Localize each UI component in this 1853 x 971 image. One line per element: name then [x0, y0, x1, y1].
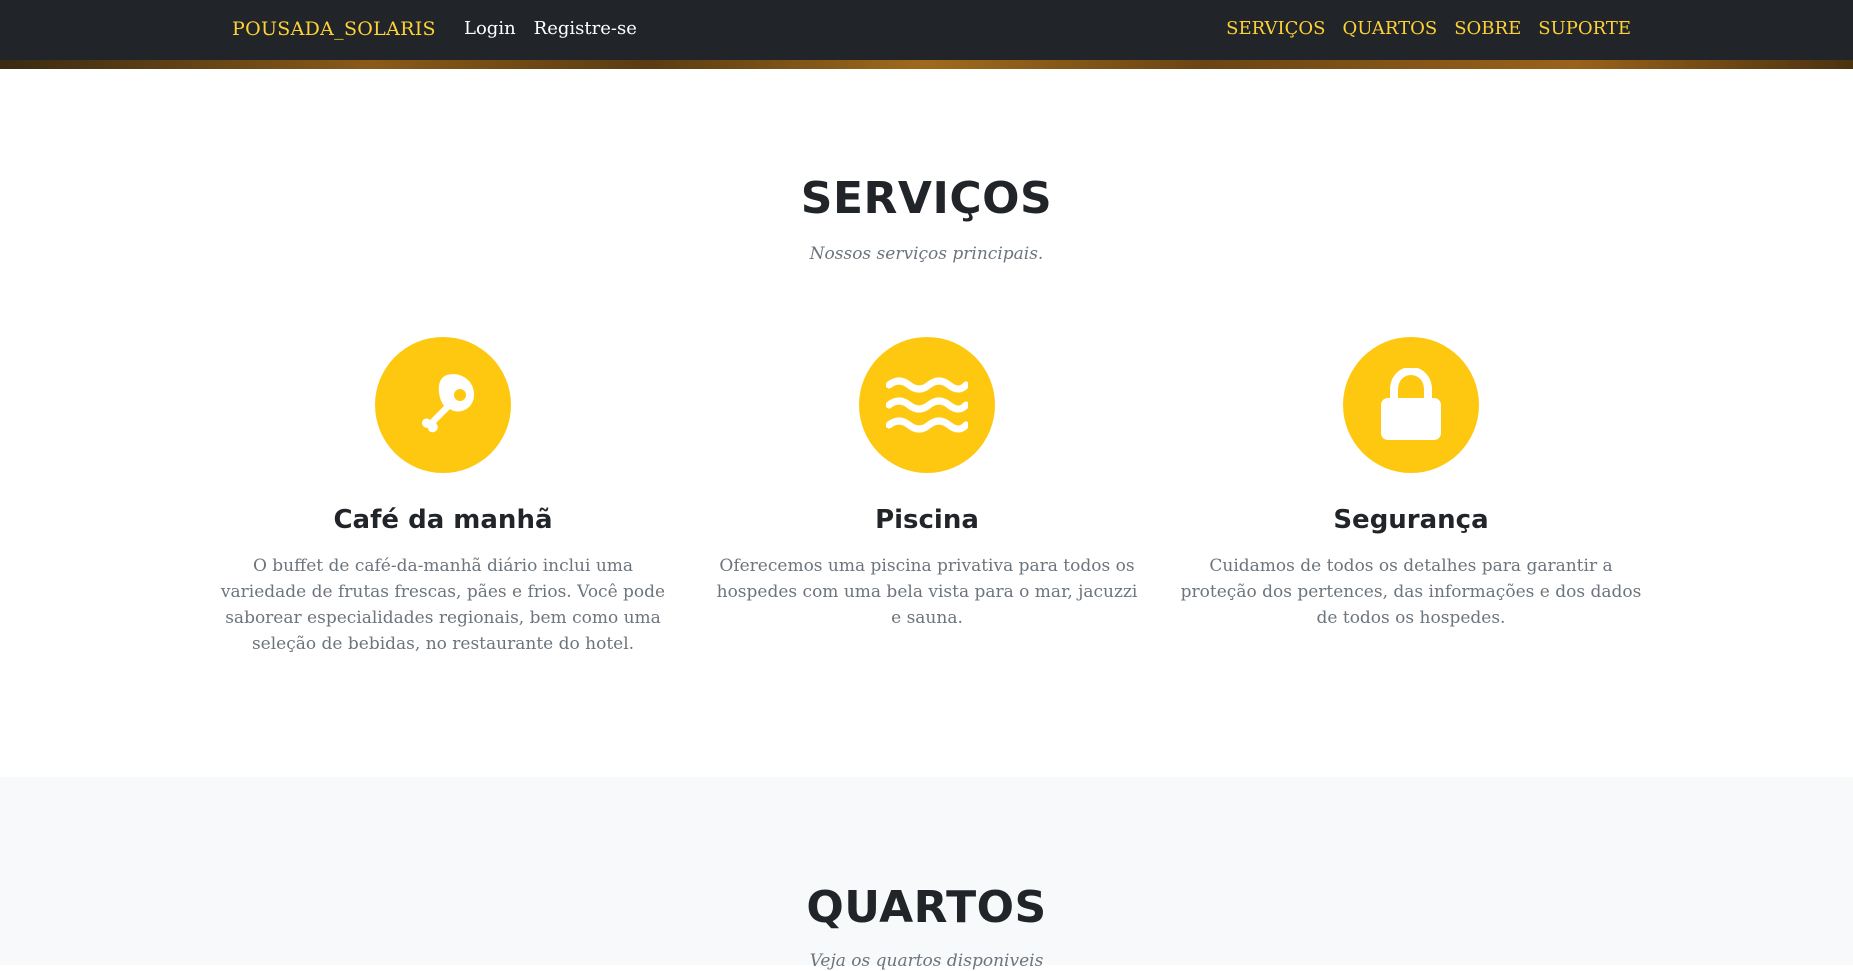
- nav-link-servicos[interactable]: SERVIÇOS: [1226, 18, 1325, 39]
- service-breakfast: Café da manhã O buffet de café-da-manhã …: [208, 337, 678, 657]
- auth-links: Login Registre-se: [464, 18, 637, 39]
- water-waves-icon: [886, 377, 968, 433]
- nav-link-quartos[interactable]: QUARTOS: [1343, 18, 1438, 39]
- brand-logo-link[interactable]: POUSADA_SOLARIS: [232, 18, 436, 40]
- security-icon-circle: [1343, 337, 1479, 473]
- rooms-heading: QUARTOS: [806, 882, 1047, 933]
- breakfast-title: Café da manhã: [333, 505, 553, 535]
- security-title: Segurança: [1333, 505, 1489, 535]
- header-background-strip: [0, 60, 1853, 69]
- service-security: Segurança Cuidamos de todos os detalhes …: [1176, 337, 1646, 631]
- rooms-subheading: Veja os quartos disponiveis: [809, 951, 1044, 971]
- nav-link-sobre[interactable]: SOBRE: [1454, 18, 1521, 39]
- register-link[interactable]: Registre-se: [534, 18, 637, 39]
- pool-title: Piscina: [875, 505, 979, 535]
- service-pool: Piscina Oferecemos uma piscina privativa…: [692, 337, 1162, 631]
- services-subheading: Nossos serviços principais.: [809, 244, 1044, 264]
- services-section: SERVIÇOS Nossos serviços principais. Caf…: [0, 69, 1853, 777]
- security-description: Cuidamos de todos os detalhes para garan…: [1180, 556, 1642, 628]
- services-heading: SERVIÇOS: [800, 173, 1053, 224]
- lock-icon: [1381, 368, 1441, 440]
- login-link[interactable]: Login: [464, 18, 516, 39]
- pool-description: Oferecemos uma piscina privativa para to…: [716, 556, 1138, 628]
- drumstick-icon: [422, 374, 475, 433]
- top-navbar: POUSADA_SOLARIS Login Registre-se SERVIÇ…: [0, 0, 1853, 68]
- pool-icon-circle: [859, 337, 995, 473]
- breakfast-icon-circle: [375, 337, 511, 473]
- breakfast-description: O buffet de café-da-manhã diário inclui …: [220, 556, 666, 654]
- section-nav-links: SERVIÇOS QUARTOS SOBRE SUPORTE: [1226, 18, 1631, 39]
- nav-link-suporte[interactable]: SUPORTE: [1538, 18, 1631, 39]
- rooms-section: QUARTOS Veja os quartos disponiveis: [0, 777, 1853, 971]
